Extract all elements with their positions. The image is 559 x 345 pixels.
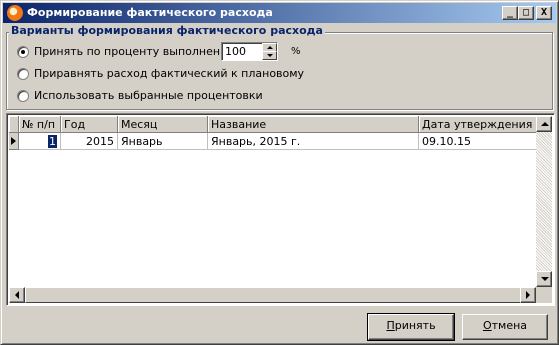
spin-down-button[interactable]	[262, 51, 277, 60]
header-month[interactable]: Месяц	[118, 116, 208, 133]
minimize-button[interactable]: _	[502, 6, 518, 20]
percent-spinner[interactable]: 100	[221, 42, 278, 61]
radio-button[interactable]	[17, 90, 29, 102]
header-year[interactable]: Год	[61, 116, 118, 133]
close-button[interactable]: X	[536, 6, 552, 20]
up-arrow-icon	[541, 122, 549, 126]
scroll-up-button[interactable]	[536, 116, 552, 132]
header-corner	[9, 116, 19, 133]
cell-date[interactable]: 09.10.15	[419, 133, 538, 150]
scroll-right-button[interactable]	[520, 287, 536, 303]
cancel-button[interactable]: Отмена	[462, 314, 548, 340]
options-legend: Варианты формирования фактического расхо…	[9, 24, 325, 37]
row-indicator	[9, 133, 19, 150]
radio-label: Приравнять расход фактический к плановом…	[34, 67, 305, 80]
window-title: Формирование фактического расхода	[27, 6, 273, 19]
current-row-arrow-icon	[11, 137, 16, 145]
maximize-button[interactable]: □	[518, 6, 534, 20]
cell-year[interactable]: 2015	[61, 133, 118, 150]
cell-month[interactable]: Январь	[118, 133, 208, 150]
cell-num[interactable]: 1	[19, 133, 61, 150]
horizontal-scroll-thumb[interactable]	[25, 287, 522, 303]
maximize-icon: □	[522, 7, 530, 18]
vertical-scrollbar[interactable]	[536, 116, 552, 287]
header-num[interactable]: № п/п	[19, 116, 61, 133]
percent-sign: %	[291, 46, 301, 57]
minimize-icon: _	[506, 7, 514, 18]
right-arrow-icon	[526, 291, 530, 299]
cell-name[interactable]: Январь, 2015 г.	[208, 133, 419, 150]
data-grid[interactable]: № п/п Год Месяц Название Дата утверждени…	[6, 113, 555, 306]
header-date[interactable]: Дата утверждения	[419, 116, 538, 133]
down-arrow-icon	[267, 54, 273, 57]
app-icon	[7, 5, 23, 21]
close-icon: X	[540, 7, 548, 18]
header-name[interactable]: Название	[208, 116, 419, 133]
radio-label: Принять по проценту выполнения	[34, 45, 234, 58]
radio-button[interactable]	[17, 68, 29, 80]
scroll-left-button[interactable]	[9, 287, 25, 303]
dialog-window: Формирование фактического расхода _ □ X …	[0, 0, 559, 345]
up-arrow-icon	[267, 46, 273, 49]
left-arrow-icon	[15, 291, 19, 299]
horizontal-scrollbar[interactable]	[9, 287, 536, 303]
accept-button[interactable]: Принять	[367, 313, 455, 341]
scroll-down-button[interactable]	[536, 271, 552, 287]
scrollbar-corner	[536, 287, 552, 303]
radio-label: Использовать выбранные процентовки	[34, 89, 263, 102]
title-bar[interactable]: Формирование фактического расхода _ □ X	[3, 3, 556, 23]
down-arrow-icon	[541, 277, 549, 281]
spinner-buttons	[262, 43, 277, 60]
percent-value[interactable]: 100	[225, 45, 246, 58]
radio-button-checked[interactable]	[17, 46, 29, 58]
